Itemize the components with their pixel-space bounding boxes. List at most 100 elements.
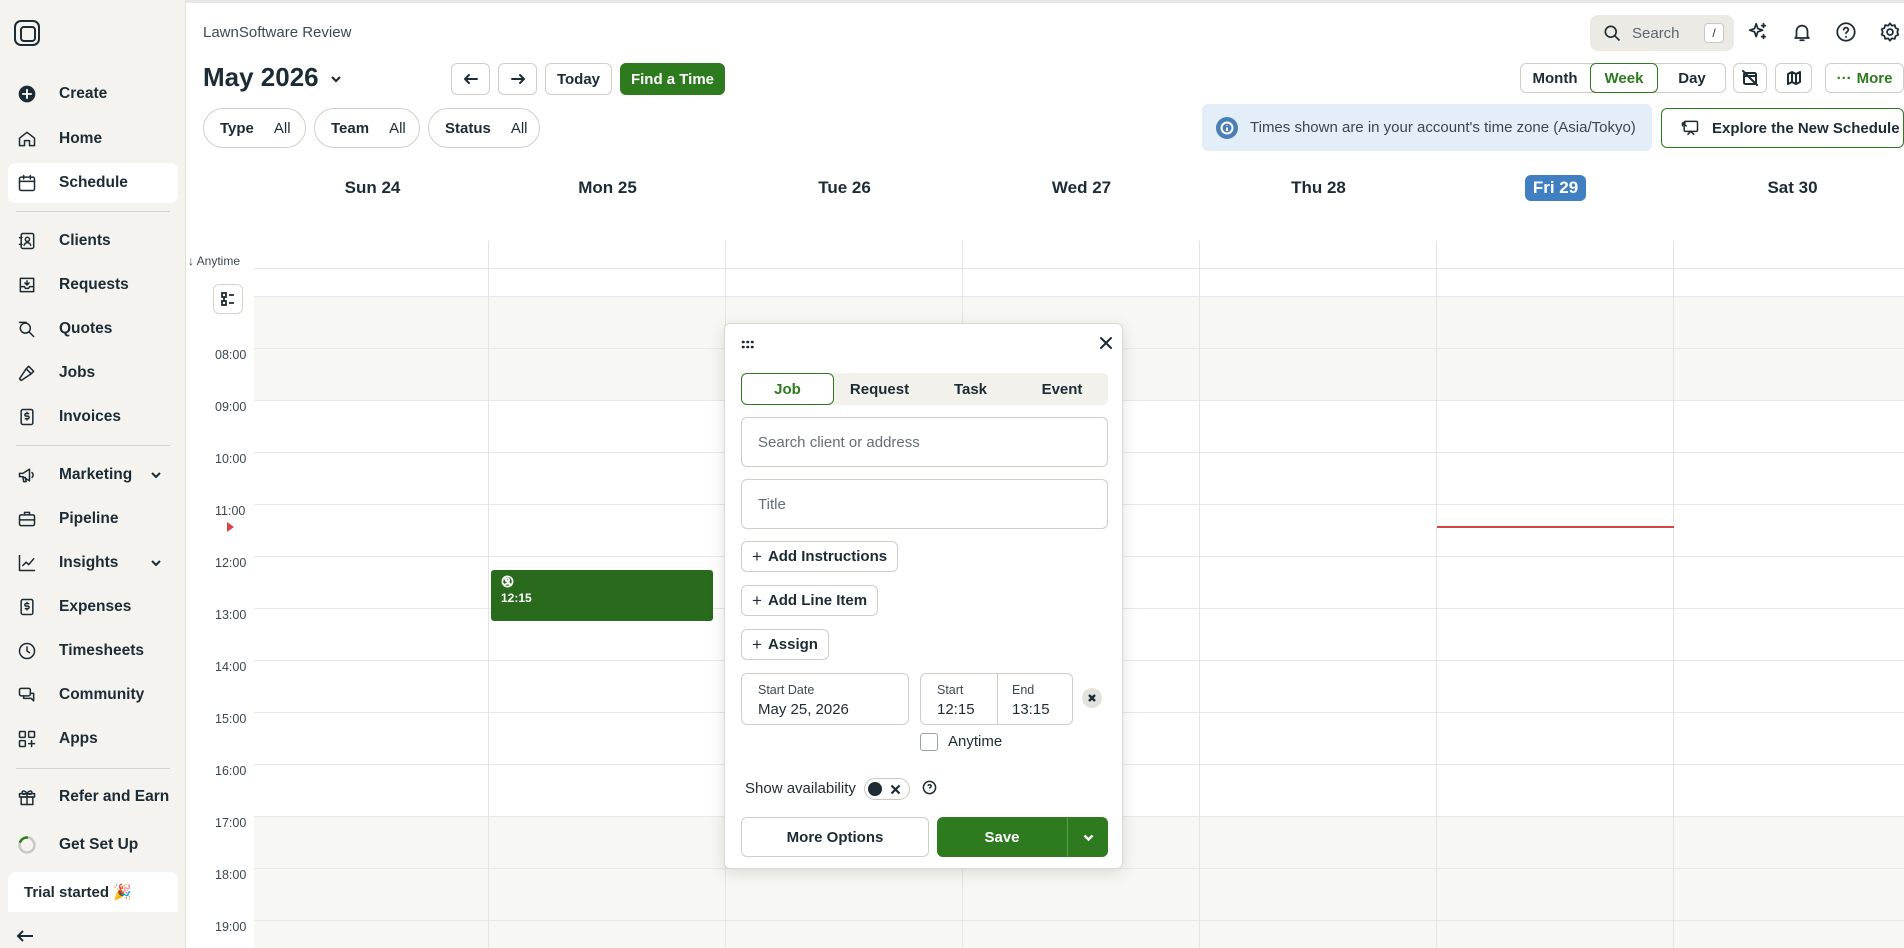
help-icon[interactable] [1835, 21, 1859, 45]
view-week-button[interactable]: Week [1590, 63, 1658, 93]
global-search[interactable]: Search / [1590, 15, 1734, 51]
show-availability-toggle[interactable] [864, 778, 910, 800]
sidebar-item-home[interactable]: Home [8, 119, 178, 159]
filter-type[interactable]: Type All [203, 108, 306, 148]
presentation-icon [1681, 120, 1699, 136]
sidebar-item-jobs[interactable]: Jobs [8, 353, 178, 393]
ai-sparkle-icon[interactable] [1747, 21, 1771, 45]
chevron-down-icon[interactable] [330, 72, 342, 84]
start-date-value: May 25, 2026 [758, 701, 849, 718]
find-a-time-button[interactable]: Find a Time [620, 63, 725, 95]
sidebar-item-label: Jobs [59, 364, 96, 381]
day-header-tue[interactable]: Tue 26 [726, 176, 963, 200]
close-icon[interactable] [1099, 336, 1113, 350]
tab-request[interactable]: Request [834, 373, 925, 405]
day-header-thu[interactable]: Thu 28 [1200, 176, 1437, 200]
tab-event[interactable]: Event [1016, 373, 1108, 405]
sidebar-item-expenses[interactable]: Expenses [8, 587, 178, 627]
sidebar-item-create[interactable]: Create [8, 74, 178, 114]
view-day-button[interactable]: Day [1658, 63, 1726, 93]
column-divider [1673, 241, 1674, 948]
clear-time-icon[interactable] [1082, 688, 1102, 708]
sidebar-item-schedule[interactable]: Schedule [8, 163, 178, 203]
sidebar-item-marketing[interactable]: Marketing [8, 455, 178, 495]
client-search-input[interactable] [741, 417, 1108, 467]
apps-icon [16, 728, 38, 750]
trial-banner[interactable]: Trial started 🎉 [8, 872, 178, 912]
gear-icon[interactable] [1879, 21, 1903, 45]
plus-icon: + [752, 590, 762, 610]
title-input[interactable] [741, 479, 1108, 529]
hammer-icon [16, 362, 38, 384]
filter-team[interactable]: Team All [314, 108, 420, 148]
more-options-button[interactable]: More Options [741, 817, 929, 857]
filter-label: Status [445, 119, 491, 137]
sidebar-item-timesheets[interactable]: Timesheets [8, 631, 178, 671]
filter-value: All [510, 119, 528, 137]
hour-label: 18:00 [215, 868, 247, 882]
sidebar-item-community[interactable]: Community [8, 675, 178, 715]
calendar-event[interactable]: 12:15 [491, 570, 713, 621]
day-header-sat[interactable]: Sat 30 [1674, 176, 1904, 200]
search-shortcut: / [1704, 23, 1724, 43]
sidebar-item-refer-and-earn[interactable]: Refer and Earn [8, 777, 178, 817]
list-view-toggle[interactable] [213, 284, 243, 314]
anytime-checkbox[interactable] [920, 733, 938, 751]
sidebar-item-clients[interactable]: Clients [8, 221, 178, 261]
divider [16, 211, 170, 212]
hour-label: 11:00 [215, 504, 246, 518]
assign-button[interactable]: + Assign [741, 629, 829, 660]
anytime-label[interactable]: ↓ Anytime [188, 254, 240, 268]
end-time-field[interactable]: End 13:15 [998, 674, 1074, 724]
day-header-fri[interactable]: Fri 29 [1437, 175, 1674, 201]
map-view-button[interactable] [1775, 63, 1812, 93]
bell-icon[interactable] [1791, 21, 1815, 45]
hour-label: 10:00 [215, 452, 247, 466]
popup-type-tabs: Job Request Task Event [741, 373, 1108, 405]
tab-job[interactable]: Job [741, 373, 834, 405]
sidebar-item-get-set-up[interactable]: Get Set Up [8, 825, 178, 865]
prev-week-button[interactable] [451, 63, 490, 95]
community-icon [16, 684, 38, 706]
sidebar-item-requests[interactable]: Requests [8, 265, 178, 305]
day-header-mon[interactable]: Mon 25 [489, 176, 726, 200]
start-date-field[interactable]: Start Date May 25, 2026 [741, 673, 909, 725]
sidebar-item-insights[interactable]: Insights [8, 543, 178, 583]
day-header-sun[interactable]: Sun 24 [254, 176, 491, 200]
today-button[interactable]: Today [545, 63, 612, 95]
search-placeholder: Search [1632, 24, 1680, 42]
add-instructions-button[interactable]: + Add Instructions [741, 541, 899, 572]
sidebar-item-pipeline[interactable]: Pipeline [8, 499, 178, 539]
help-icon[interactable] [922, 780, 938, 796]
view-month-button[interactable]: Month [1520, 63, 1590, 93]
start-time-field[interactable]: Start 12:15 [921, 674, 997, 724]
start-time-label: Start [937, 683, 964, 697]
logo-icon[interactable] [14, 20, 40, 46]
sidebar-item-apps[interactable]: Apps [8, 719, 178, 759]
month-title[interactable]: May 2026 [203, 62, 319, 93]
sidebar-item-invoices[interactable]: Invoices [8, 397, 178, 437]
sidebar-item-label: Timesheets [59, 642, 145, 659]
add-line-item-button[interactable]: + Add Line Item [741, 585, 879, 616]
end-time-label: End [1012, 683, 1035, 697]
day-header-wed[interactable]: Wed 27 [963, 176, 1200, 200]
next-week-button[interactable] [498, 63, 537, 95]
filter-status[interactable]: Status All [428, 108, 540, 148]
quote-search-icon [16, 318, 38, 340]
sidebar-item-label: Get Set Up [59, 836, 139, 853]
hide-unscheduled-button[interactable] [1733, 63, 1767, 93]
tab-task[interactable]: Task [925, 373, 1016, 405]
explore-new-schedule-button[interactable]: Explore the New Schedule [1661, 108, 1904, 148]
home-icon [16, 128, 38, 150]
more-button[interactable]: ··· More [1825, 63, 1904, 93]
filter-value: All [273, 119, 291, 137]
save-options-button[interactable] [1067, 817, 1108, 857]
sidebar-item-quotes[interactable]: Quotes [8, 309, 178, 349]
chart-icon [16, 552, 38, 574]
collapse-sidebar-icon[interactable] [16, 928, 36, 944]
progress-icon [16, 834, 38, 856]
event-time: 12:15 [501, 591, 532, 605]
drag-handle-icon[interactable] [741, 338, 755, 350]
hour-label: 13:00 [215, 608, 247, 622]
save-button[interactable]: Save [937, 817, 1067, 857]
